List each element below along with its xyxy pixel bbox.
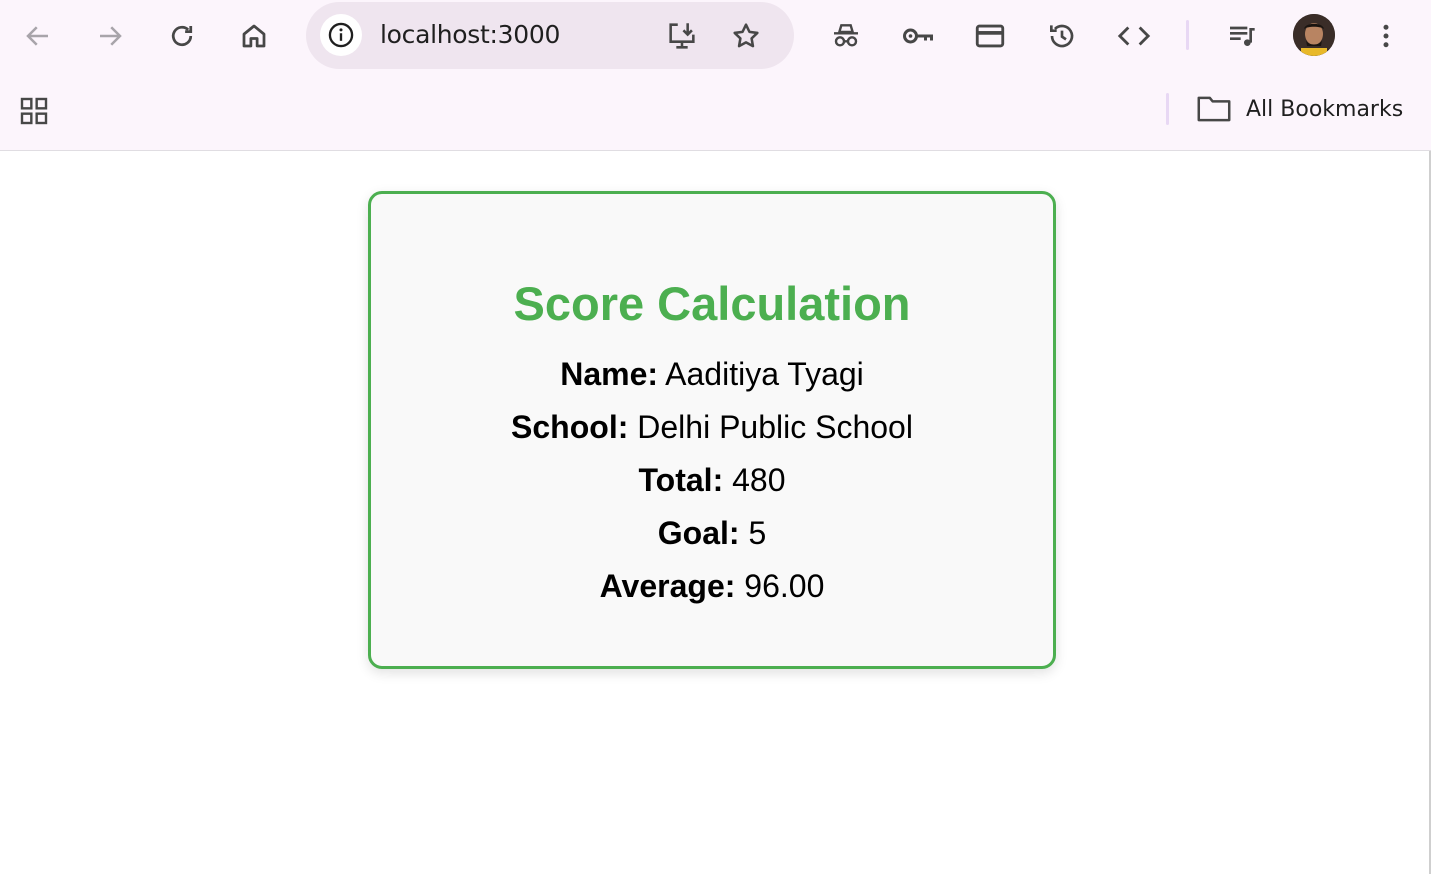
field-value: 5 (748, 515, 767, 551)
field-label: Goal: (657, 515, 740, 551)
install-app-icon (669, 23, 695, 49)
home-button[interactable] (230, 12, 278, 60)
history-icon (1050, 24, 1074, 48)
media-queue-icon (1230, 26, 1255, 46)
browser-toolbar: localhost:3000 (0, 0, 1431, 72)
score-card: Score Calculation Name: Aaditiya Tyagi S… (368, 191, 1056, 669)
field-school: School: Delhi Public School (371, 401, 1053, 454)
site-info-button[interactable] (320, 14, 362, 56)
avatar-image (1293, 14, 1335, 56)
field-value: Delhi Public School (637, 409, 913, 445)
field-label: School: (511, 409, 629, 445)
incognito-icon (834, 24, 858, 47)
card-title: Score Calculation (513, 277, 911, 330)
forward-button[interactable] (86, 12, 134, 60)
forward-icon (100, 26, 122, 46)
field-value: Aaditiya Tyagi (665, 356, 864, 392)
folder-icon (1197, 96, 1231, 122)
field-goal: Goal: 5 (371, 507, 1053, 560)
back-icon (26, 26, 48, 46)
back-button[interactable] (14, 12, 62, 60)
more-menu-button[interactable] (1362, 12, 1410, 60)
all-bookmarks-button[interactable]: All Bookmarks (1196, 88, 1411, 130)
field-name: Name: Aaditiya Tyagi (371, 348, 1053, 401)
page-viewport: Score Calculation Name: Aaditiya Tyagi S… (0, 151, 1431, 874)
password-manager-button[interactable] (894, 12, 942, 60)
bookmarks-bar: All Bookmarks (0, 72, 1431, 150)
browser-chrome: localhost:3000 All Bookmarks (0, 0, 1431, 151)
field-value: 480 (732, 462, 786, 498)
reload-button[interactable] (158, 12, 206, 60)
address-bar[interactable]: localhost:3000 (306, 2, 794, 69)
payment-methods-button[interactable] (966, 12, 1014, 60)
bookmark-star-button[interactable] (724, 14, 768, 58)
home-icon (242, 24, 266, 48)
devtools-button[interactable] (1110, 12, 1158, 60)
field-average: Average: 96.00 (371, 560, 1053, 613)
url-text[interactable]: localhost:3000 (380, 20, 560, 49)
site-info-icon (328, 22, 354, 48)
bookmark-star-icon (733, 23, 759, 48)
field-label: Name: (560, 356, 659, 392)
field-label: Average: (599, 568, 736, 604)
field-total: Total: 480 (371, 454, 1053, 507)
toolbar-separator (1186, 20, 1189, 50)
incognito-button[interactable] (822, 12, 870, 60)
devtools-code-icon (1117, 26, 1151, 46)
media-controls-button[interactable] (1218, 12, 1266, 60)
reload-icon (171, 25, 193, 47)
password-key-icon (903, 28, 933, 44)
apps-button[interactable] (12, 89, 56, 133)
card-fields: Name: Aaditiya Tyagi School: Delhi Publi… (371, 348, 1053, 613)
field-label: Total: (638, 462, 724, 498)
all-bookmarks-label: All Bookmarks (1246, 96, 1404, 122)
payment-card-icon (975, 24, 1005, 48)
field-value: 96.00 (744, 568, 825, 604)
history-button[interactable] (1038, 12, 1086, 60)
install-app-button[interactable] (660, 14, 704, 58)
bookmarks-separator (1166, 93, 1169, 125)
apps-grid-icon (20, 97, 48, 125)
profile-avatar[interactable] (1293, 14, 1335, 56)
more-menu-icon (1383, 24, 1389, 48)
